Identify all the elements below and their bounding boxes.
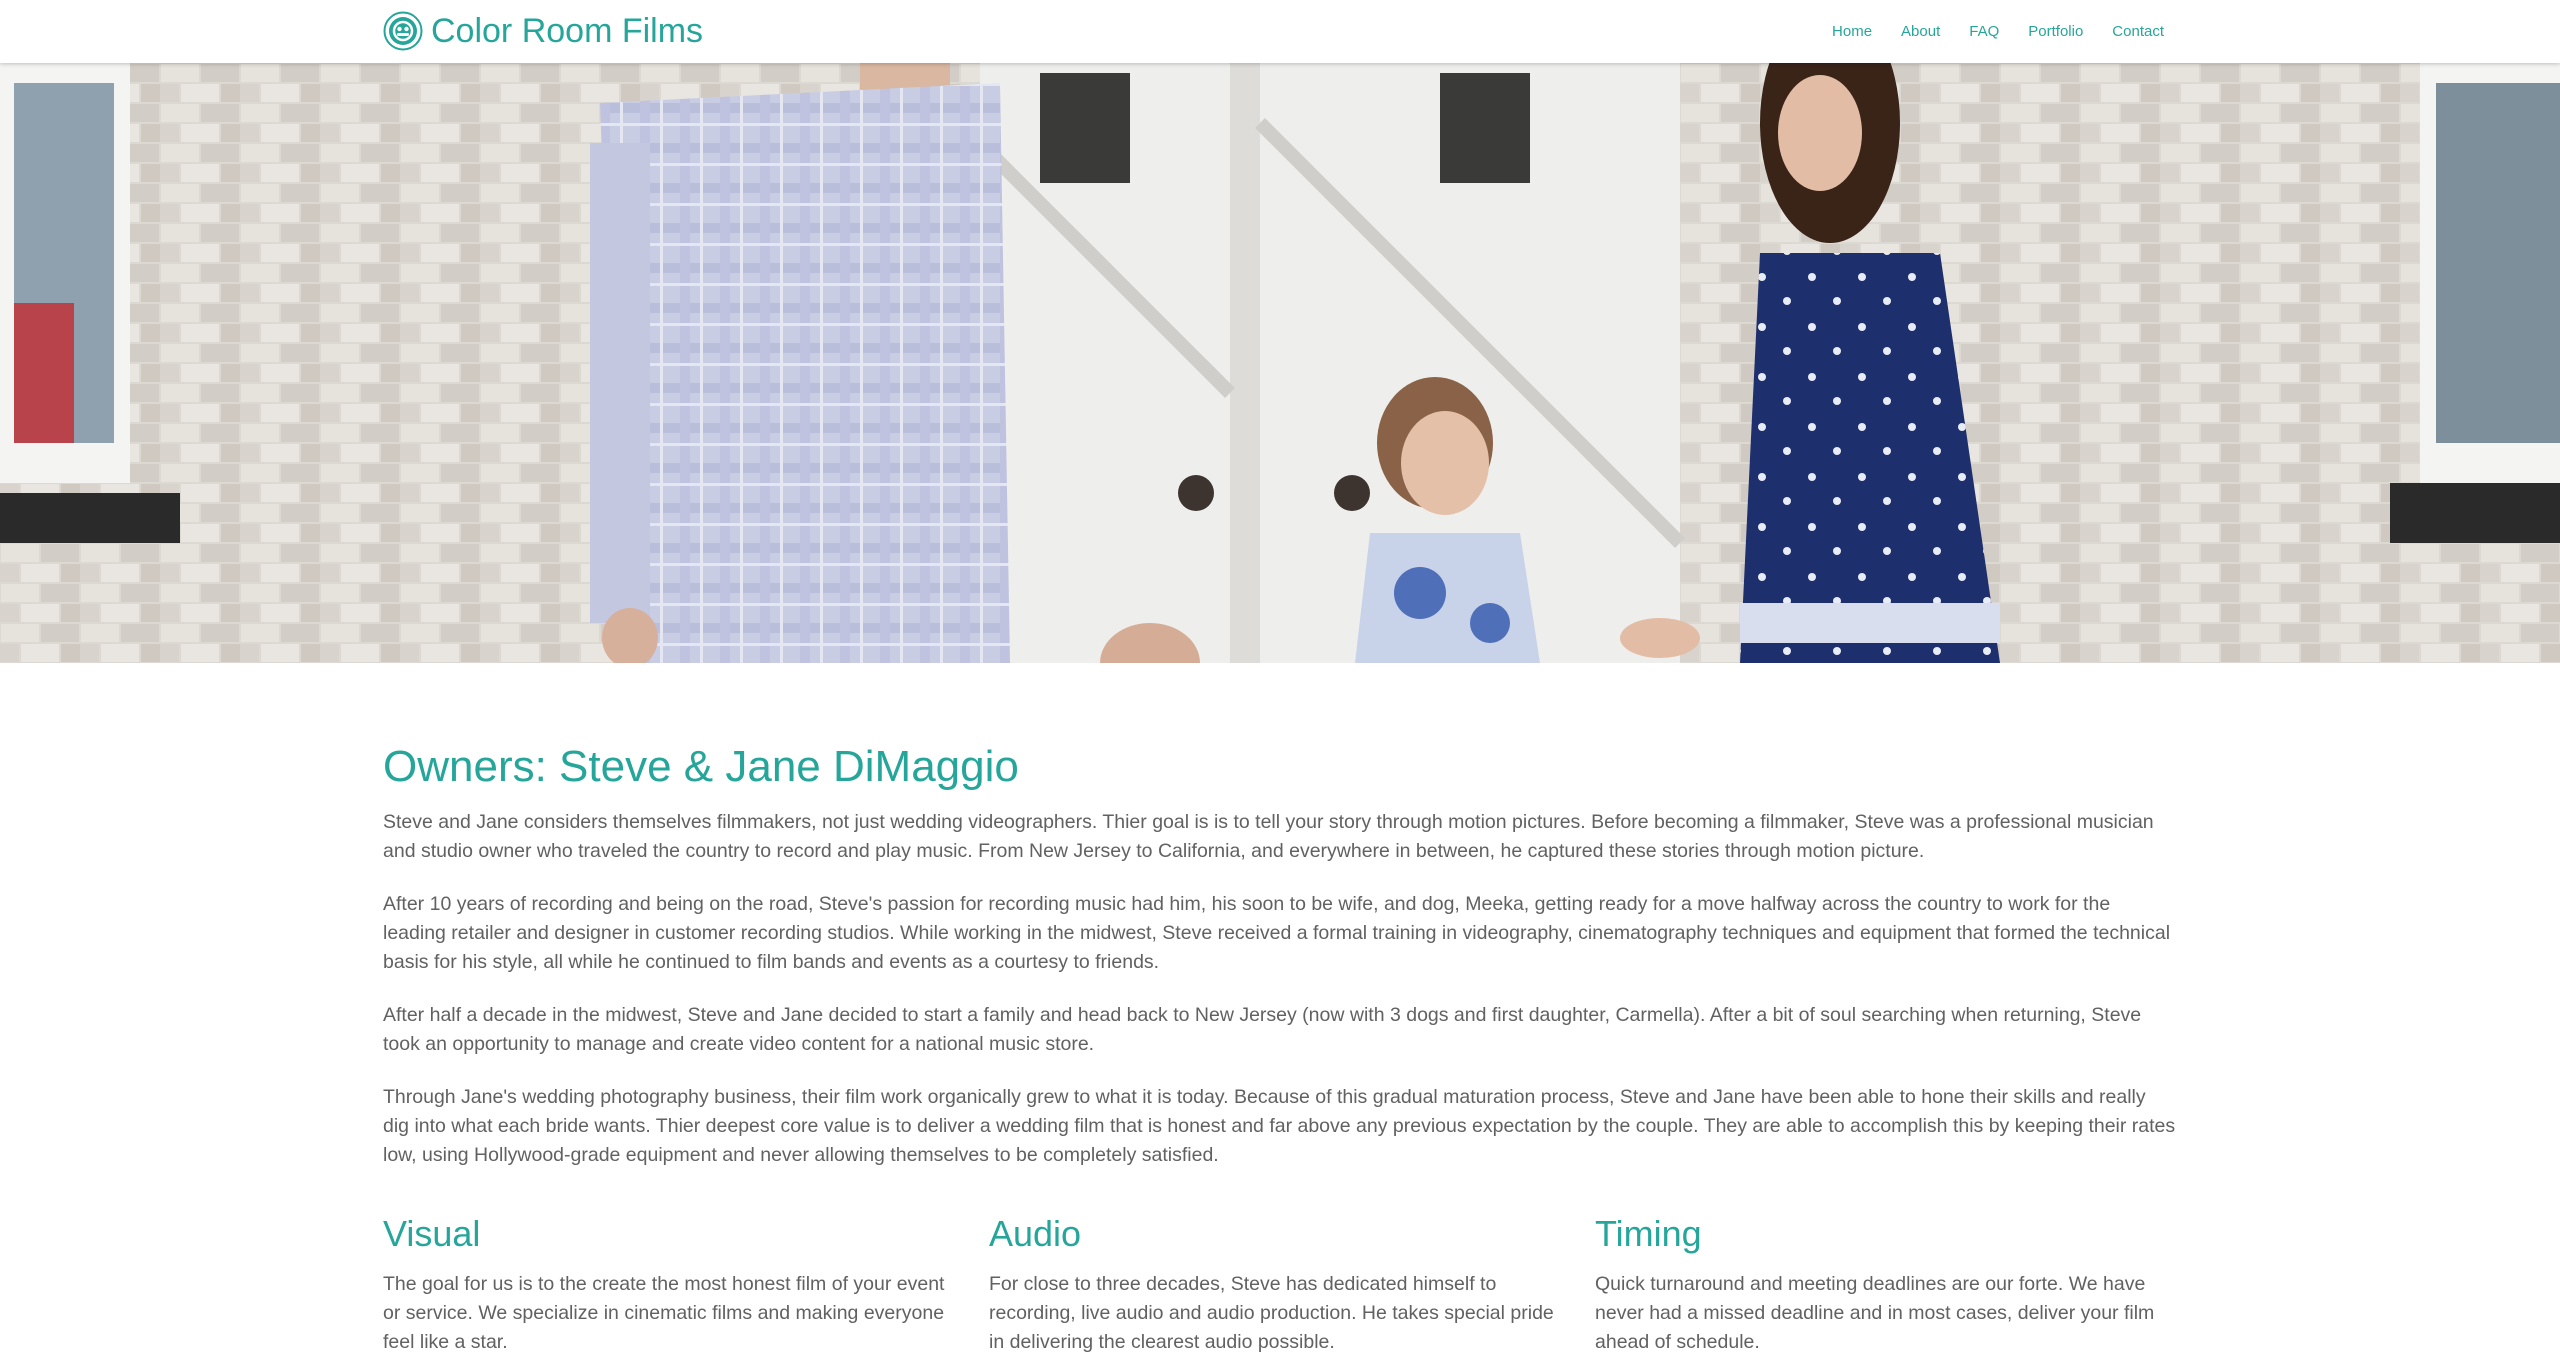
feature-timing: Timing Quick turnaround and meeting dead… (1595, 1208, 2173, 1357)
about-paragraph: After 10 years of recording and being on… (383, 893, 2171, 973)
feature-visual: Visual The goal for us is to the create … (383, 1208, 961, 1357)
brand-name: Color Room Films (431, 11, 704, 50)
about-paragraph: Steve and Jane considers themselves film… (383, 811, 2154, 862)
feature-title: Timing (1595, 1213, 1702, 1254)
top-navbar: Color Room Films Home About FAQ Portfoli… (0, 0, 2560, 63)
family-photo (0, 63, 2560, 663)
nav-link-faq[interactable]: FAQ (1969, 23, 1999, 40)
nav-link-home[interactable]: Home (1832, 23, 1872, 40)
feature-text: The goal for us is to the create the mos… (383, 1273, 945, 1353)
nav-link-portfolio[interactable]: Portfolio (2028, 23, 2083, 40)
feature-title: Visual (383, 1213, 481, 1254)
feature-title: Audio (989, 1213, 1082, 1254)
nav-link-about[interactable]: About (1901, 23, 1940, 40)
feature-audio: Audio For close to three decades, Steve … (989, 1208, 1567, 1357)
brand-link[interactable]: Color Room Films (383, 8, 703, 54)
about-section: Owners: Steve & Jane DiMaggio Steve and … (383, 736, 2177, 1194)
owners-title: Owners: Steve & Jane DiMaggio (383, 742, 1019, 791)
nav-menu: Home About FAQ Portfolio Contact (1832, 0, 2164, 63)
film-reel-logo-icon (383, 11, 423, 51)
feature-text: For close to three decades, Steve has de… (989, 1273, 1554, 1353)
feature-text: Quick turnaround and meeting deadlines a… (1595, 1273, 2155, 1353)
about-paragraph: Through Jane's wedding photography busin… (383, 1086, 2176, 1166)
about-paragraph: After half a decade in the midwest, Stev… (383, 1004, 2142, 1055)
hero-image (0, 63, 2560, 663)
nav-link-contact[interactable]: Contact (2112, 23, 2164, 40)
features-section: Visual The goal for us is to the create … (383, 1208, 2177, 1357)
